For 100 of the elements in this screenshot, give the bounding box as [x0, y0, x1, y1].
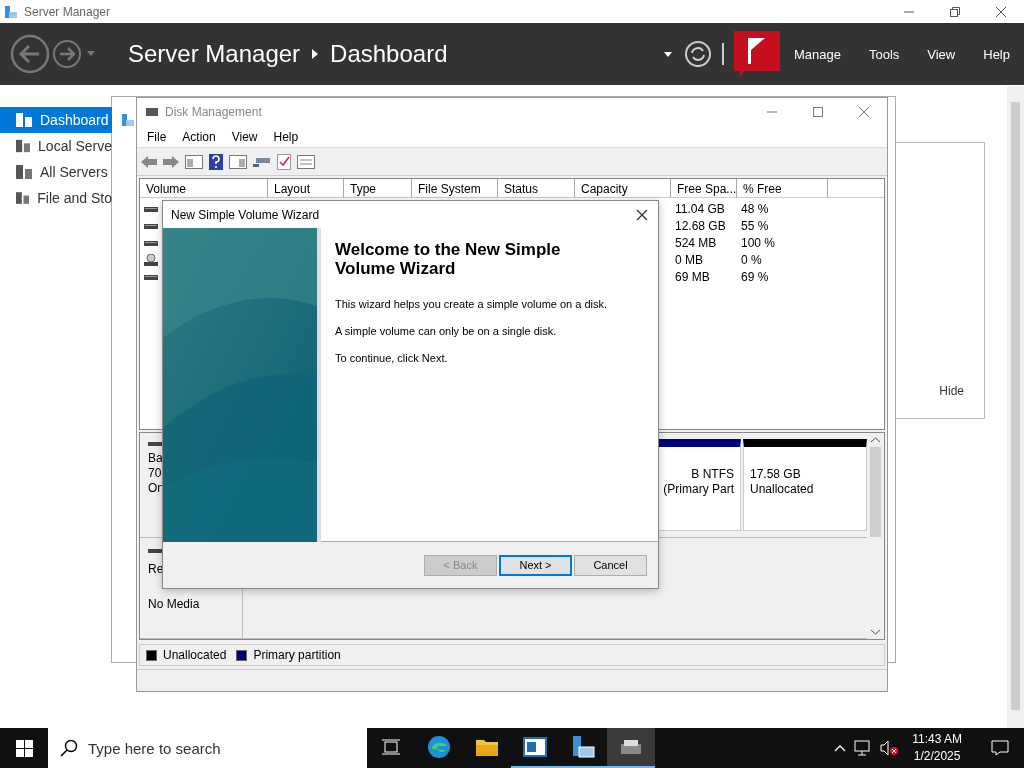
window-icon [523, 737, 547, 757]
folder-icon [475, 737, 499, 757]
disk-label: 70 [148, 466, 162, 481]
menu-item[interactable]: Help [265, 129, 307, 144]
scrollbar[interactable] [1007, 86, 1024, 728]
muted-speaker-icon[interactable] [880, 740, 899, 756]
forward-icon[interactable] [163, 155, 179, 168]
partition-label: B NTFS [691, 467, 734, 482]
disk-label: Re [148, 562, 164, 577]
breadcrumb-item: Dashboard [330, 40, 448, 68]
scroll-down-icon[interactable] [871, 629, 880, 635]
menu-item[interactable]: Manage [779, 46, 855, 62]
server-icon [4, 4, 18, 19]
table-cell: 69 % [741, 269, 769, 284]
taskbar-app[interactable] [607, 728, 655, 768]
menu-item[interactable]: Help [969, 46, 1024, 62]
maximize-icon[interactable] [813, 107, 823, 117]
caret-icon[interactable] [663, 51, 672, 57]
column-header[interactable]: Capacity [575, 179, 671, 197]
close-icon[interactable] [636, 208, 648, 221]
drive-icon [144, 221, 158, 230]
drive-icon [144, 204, 158, 213]
network-icon[interactable] [854, 740, 873, 756]
disk-label: No Media [148, 597, 200, 612]
search-field[interactable]: Type here to search [48, 728, 367, 768]
checklist-icon[interactable] [277, 153, 291, 170]
server-icon [571, 735, 595, 759]
server-icon [16, 139, 31, 153]
server-icon [16, 113, 32, 127]
server-icon [16, 191, 30, 205]
drive-icon [144, 238, 158, 247]
sidebar-item[interactable]: File and Sto [0, 185, 112, 211]
drive-icon [619, 738, 643, 756]
drive-icon [148, 548, 162, 554]
back-icon[interactable] [141, 155, 157, 168]
wizard-text: This wizard helps you create a simple volume on a disk. [335, 298, 609, 310]
server-icon [16, 165, 32, 179]
table-cell: 0 MB [675, 252, 703, 267]
dialog-title: New Simple Volume Wizard [171, 207, 320, 222]
column-header[interactable]: % Free [737, 179, 828, 197]
panel-icon[interactable] [185, 154, 203, 169]
search-icon [60, 739, 78, 757]
sidebar-item[interactable]: Dashboard [0, 107, 112, 133]
close-icon[interactable] [995, 5, 1007, 18]
wizard-text: A simple volume can only be on a single disk. [335, 325, 558, 337]
window-title: Server Manager [24, 4, 111, 19]
table-cell: 69 MB [675, 269, 710, 284]
hide-button[interactable]: Hide [939, 384, 964, 398]
forward-icon[interactable] [52, 39, 82, 69]
column-header[interactable]: Volume [140, 179, 268, 197]
server-icon [121, 113, 135, 127]
notification-icon[interactable] [991, 740, 1009, 756]
properties-icon[interactable] [297, 154, 315, 169]
column-header[interactable]: Status [498, 179, 575, 197]
restore-icon[interactable] [950, 6, 960, 17]
menu-item[interactable]: Tools [854, 46, 914, 62]
column-header[interactable]: File System [412, 179, 498, 197]
table-cell: 48 % [741, 201, 769, 216]
table-cell: 11.04 GB [675, 201, 725, 216]
drive-icon [144, 272, 158, 281]
table-cell: 12.68 GB [675, 218, 726, 233]
refresh-icon[interactable] [683, 40, 712, 68]
start-icon[interactable] [15, 739, 33, 757]
chevron-icon[interactable] [834, 744, 847, 752]
disc-drive-icon [144, 253, 158, 266]
menu-item[interactable]: Action [174, 129, 224, 144]
menu-item[interactable]: View [223, 129, 266, 144]
panel-icon[interactable] [229, 154, 247, 169]
table-cell: 524 MB [675, 235, 717, 250]
legend-label: Unallocated [163, 648, 227, 662]
breadcrumb-item: Server Manager [128, 40, 301, 68]
partition-label: 17.58 GB [750, 467, 801, 482]
sidebar-item[interactable]: All Servers [0, 159, 112, 185]
cancel-button[interactable]: Cancel [574, 554, 647, 576]
sidebar-item[interactable]: Local Serve [0, 133, 112, 159]
next-button[interactable]: Next > [499, 554, 572, 576]
menu-item[interactable]: View [913, 46, 970, 62]
table-cell: 0 % [741, 252, 762, 267]
back-icon[interactable] [10, 34, 50, 74]
help-icon[interactable] [209, 153, 223, 170]
partition-block[interactable]: 17.58 GB Unallocated [743, 439, 867, 531]
menu-item[interactable]: File [139, 129, 175, 144]
drive-icon [148, 441, 162, 447]
partition-label: (Primary Part [663, 482, 734, 497]
task-view-icon[interactable] [382, 739, 400, 755]
column-header[interactable]: Free Spa... [671, 179, 737, 197]
drive-icon [145, 106, 159, 118]
partition-label: Unallocated [750, 482, 814, 497]
table-cell: 100 % [741, 235, 776, 250]
column-header[interactable]: Type [344, 179, 412, 197]
separator-icon [312, 49, 319, 59]
wizard-heading: Welcome to the New Simple Volume Wizard [335, 240, 562, 278]
flag-icon[interactable] [733, 31, 780, 77]
browser-icon [427, 735, 451, 759]
connect-icon[interactable] [253, 155, 271, 168]
wizard-text: To continue, click Next. [335, 352, 449, 364]
scroll-up-icon[interactable] [871, 437, 880, 443]
clock[interactable]: 11:43 AM 1/2/2025 [906, 731, 968, 765]
column-header[interactable]: Layout [268, 179, 344, 197]
window-title: Disk Management [165, 105, 262, 119]
